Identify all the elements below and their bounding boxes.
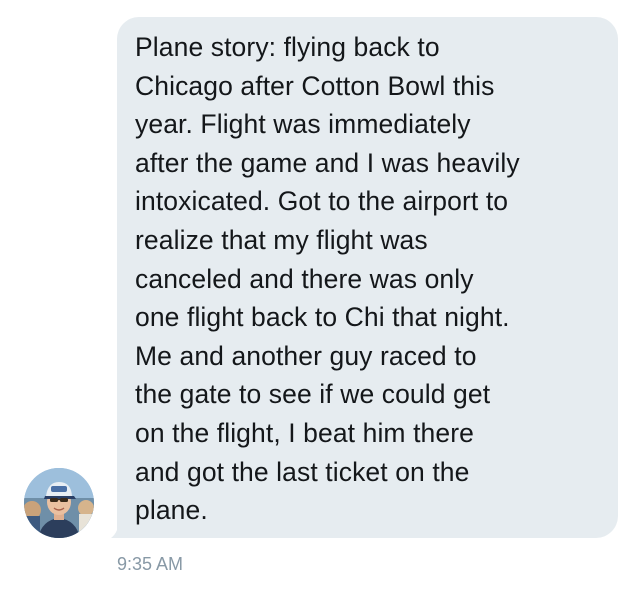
message-row: Plane story: flying back to Chicago afte… xyxy=(0,0,638,592)
message-text: Plane story: flying back to Chicago afte… xyxy=(135,32,520,526)
avatar[interactable] xyxy=(24,468,94,538)
message-bubble[interactable]: Plane story: flying back to Chicago afte… xyxy=(117,17,618,538)
message-timestamp: 9:35 AM xyxy=(117,554,184,574)
avatar-photo-icon xyxy=(24,468,94,538)
